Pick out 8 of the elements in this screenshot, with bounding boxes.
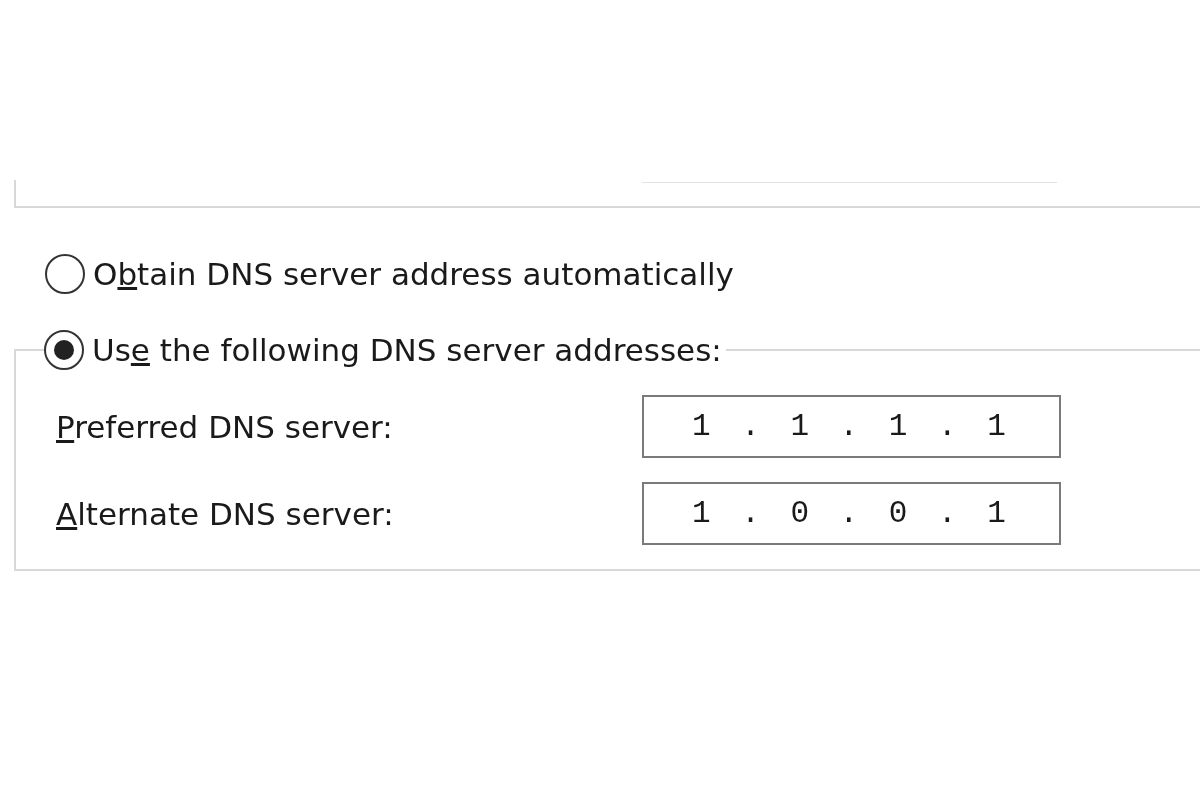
ip-address-field[interactable]: 1 . 1 . 1 . 1 [642, 395, 1061, 458]
field-label: Alternate DNS server: [56, 495, 395, 532]
radio-label: Obtain DNS server address automatically [93, 255, 734, 294]
radio-button[interactable] [45, 254, 85, 294]
field-label: Preferred DNS server: [56, 408, 394, 445]
radio-button[interactable] [44, 330, 84, 370]
radio-label: Use the following DNS server addresses: [92, 331, 722, 370]
ip-address-field[interactable]: 1 . 0 . 0 . 1 [642, 482, 1061, 545]
